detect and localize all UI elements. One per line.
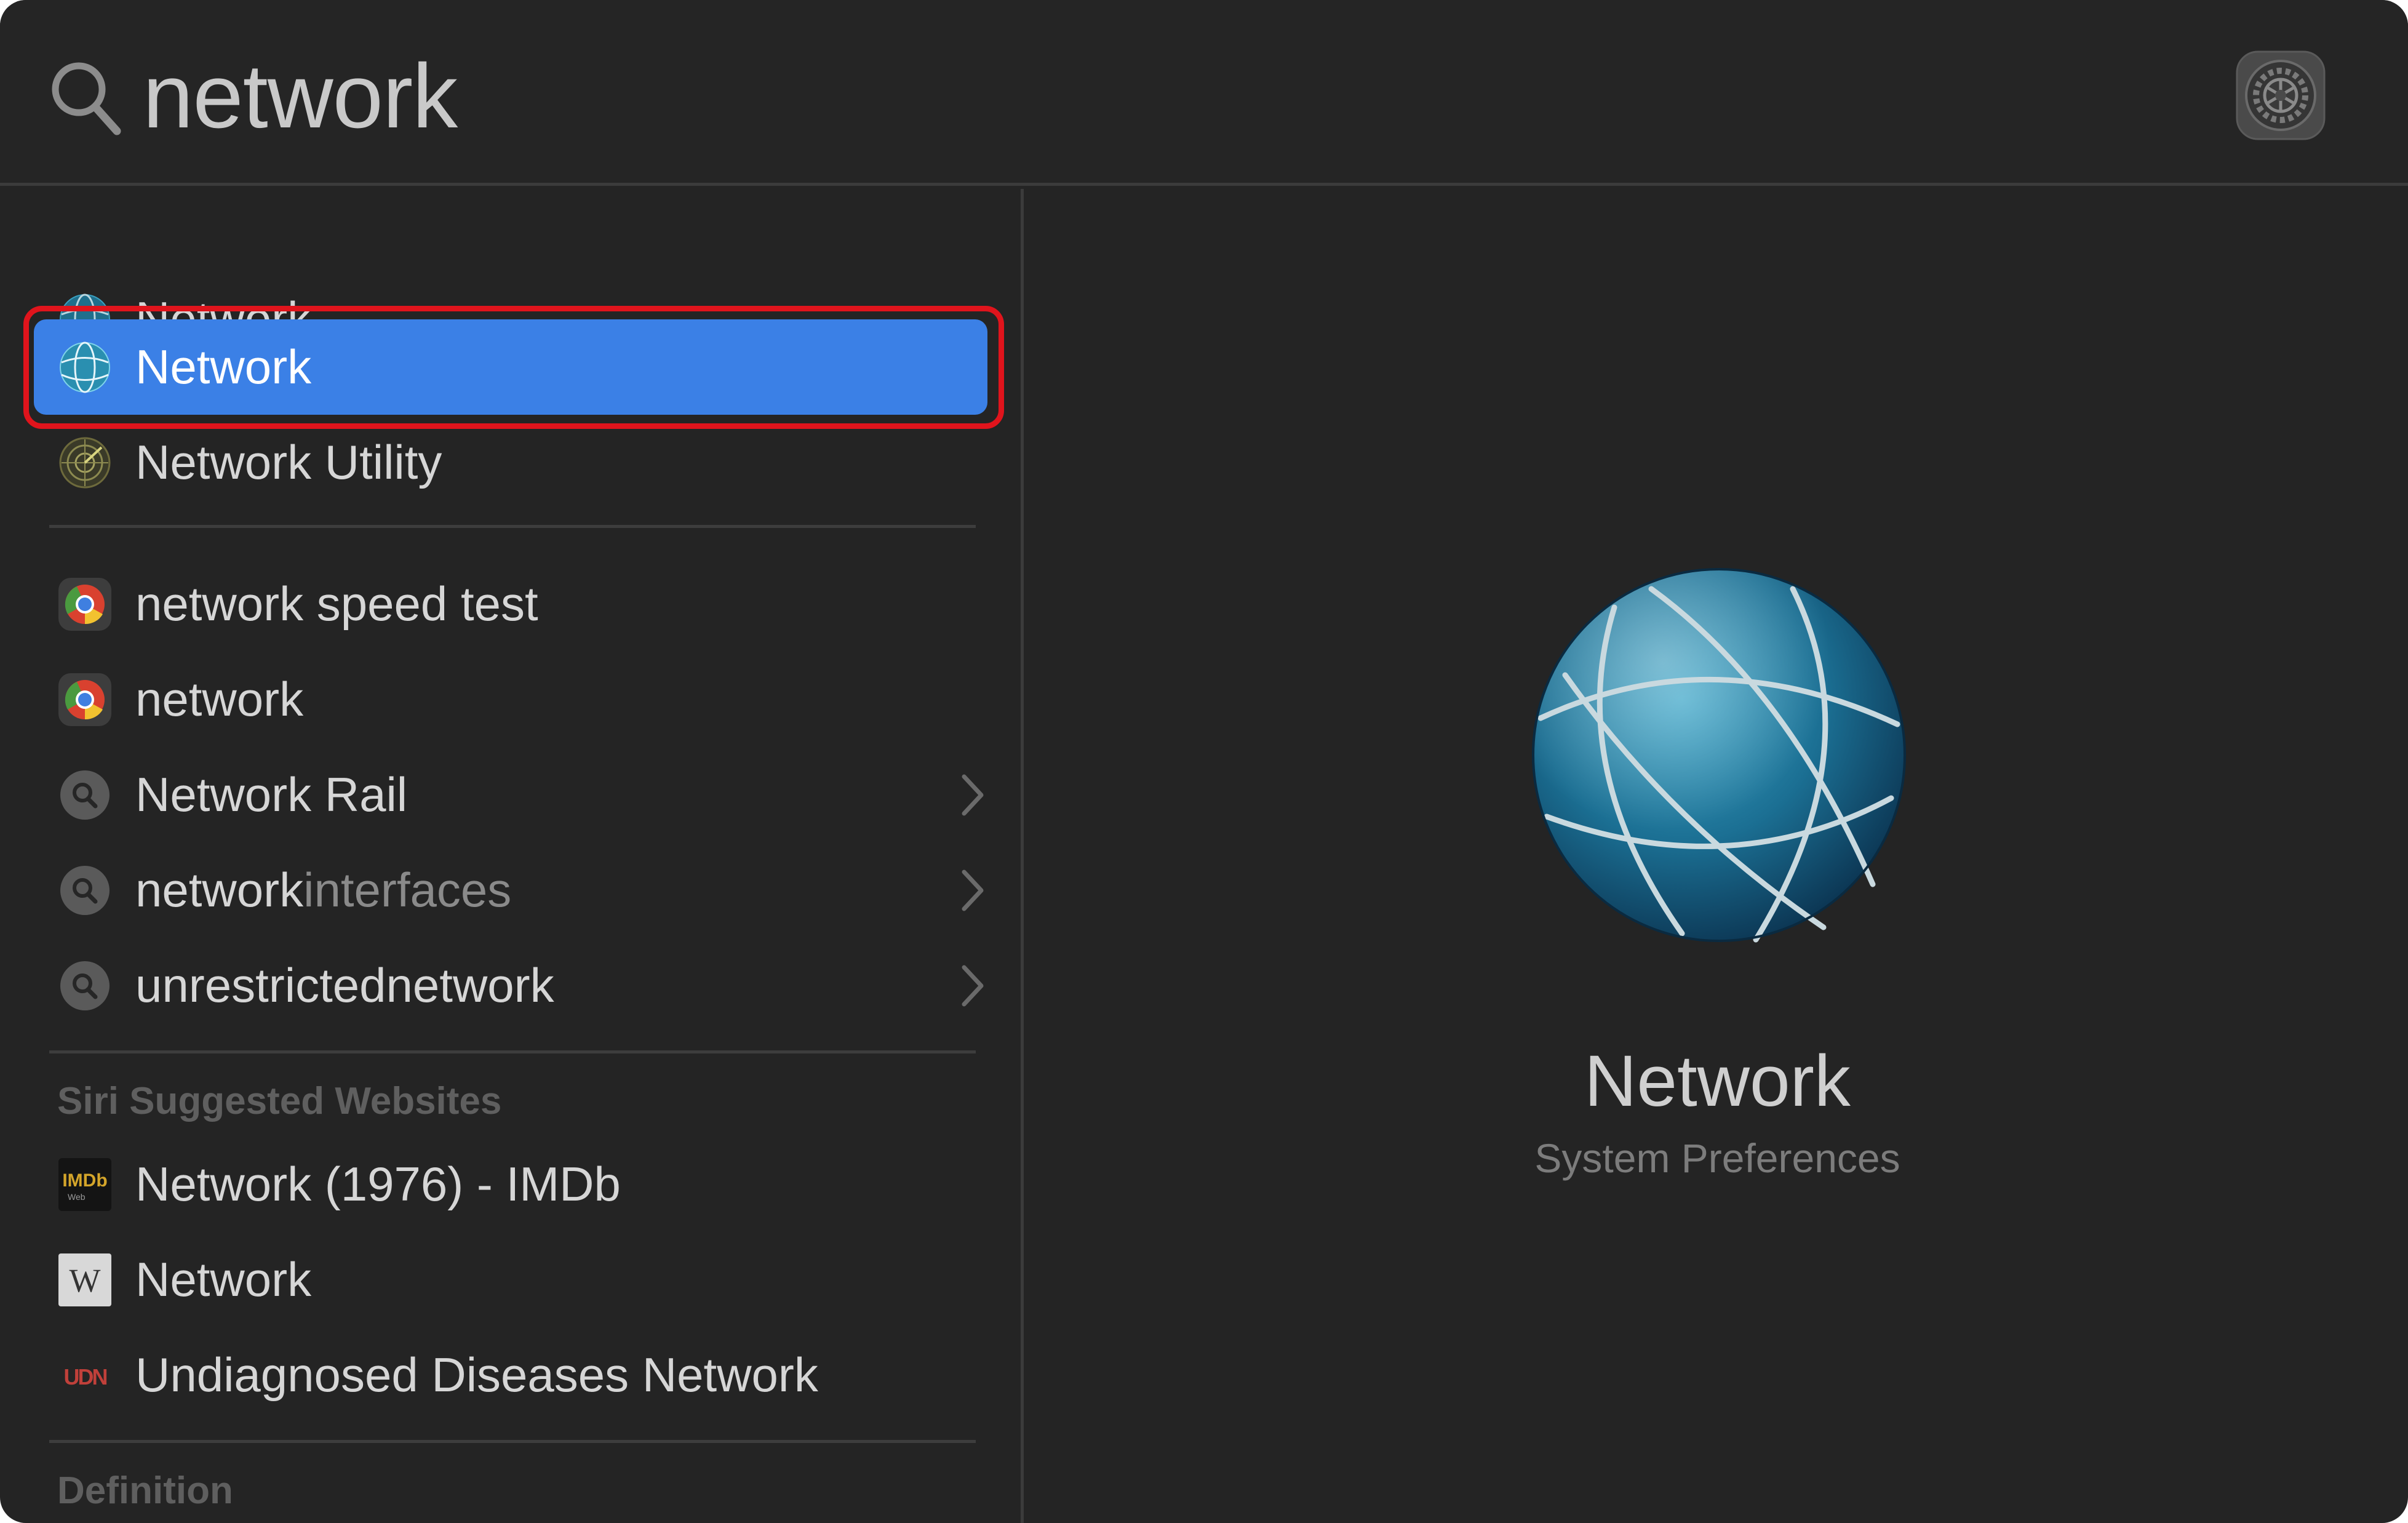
search-suggestion-icon: [60, 961, 110, 1010]
result-network-utility[interactable]: Network Utility: [34, 415, 987, 510]
result-wikipedia-network[interactable]: W Network: [34, 1232, 987, 1327]
udn-icon: UDN: [64, 1364, 109, 1389]
result-label: Network Rail: [135, 767, 408, 821]
search-icon: [52, 62, 121, 135]
result-label: Network: [135, 1252, 312, 1306]
imdb-logo-subtext: Web: [68, 1192, 86, 1202]
preview-title: Network: [1584, 1041, 1851, 1122]
result-label: Network (1976) - IMDb: [135, 1157, 621, 1211]
result-label: networkinterfaces: [135, 842, 511, 938]
chevron-right-icon[interactable]: [957, 962, 987, 1009]
result-chrome-network-speed-test[interactable]: network speed test: [34, 556, 987, 652]
divider: [49, 1050, 976, 1053]
system-preferences-gear-icon[interactable]: [2235, 49, 2327, 142]
wikipedia-logo-text: W: [70, 1262, 101, 1299]
selection-highlight-annotation: [23, 306, 1004, 429]
result-label: Network Utility: [135, 435, 442, 489]
search-input[interactable]: network: [143, 44, 458, 149]
chevron-right-icon[interactable]: [957, 772, 987, 818]
result-search-unrestrictednetwork[interactable]: unrestrictednetwork: [34, 938, 987, 1033]
chrome-icon: [58, 673, 111, 726]
wikipedia-icon: W: [58, 1253, 111, 1306]
query-match-text: network: [135, 863, 304, 917]
result-undiagnosed-diseases-network[interactable]: UDN Undiagnosed Diseases Network: [34, 1327, 987, 1423]
result-search-network-rail[interactable]: Network Rail: [34, 747, 987, 842]
spotlight-window: network Network Network Network Utility …: [0, 0, 2408, 1523]
imdb-logo-text: IMDb: [62, 1170, 107, 1191]
result-search-networkinterfaces[interactable]: networkinterfaces: [34, 842, 987, 938]
result-chrome-network[interactable]: network: [34, 652, 987, 747]
search-bar[interactable]: network: [0, 0, 2408, 186]
siri-suggested-websites-header: Siri Suggested Websites: [57, 1080, 502, 1122]
definition-header: Definition: [57, 1469, 233, 1512]
divider: [49, 1440, 976, 1443]
network-globe-icon: [1532, 568, 1906, 943]
preview-subtitle: System Preferences: [1534, 1135, 1900, 1181]
result-label: Undiagnosed Diseases Network: [135, 1348, 818, 1402]
result-label: network: [135, 672, 304, 726]
divider: [49, 525, 976, 528]
udn-logo-text: UDN: [64, 1364, 107, 1389]
search-suggestion-icon: [60, 770, 110, 820]
chrome-icon: [58, 578, 111, 631]
search-suggestion-icon: [60, 866, 110, 915]
chevron-right-icon[interactable]: [957, 867, 987, 914]
result-imdb-network-1976[interactable]: IMDb Web Network (1976) - IMDb: [34, 1137, 987, 1232]
completion-text: interfaces: [303, 863, 512, 917]
preview-pane: Network System Preferences: [1027, 189, 2408, 1523]
imdb-icon: IMDb Web: [58, 1158, 111, 1211]
result-label: network speed test: [135, 577, 538, 631]
results-list: Network Network Network Utility network …: [0, 189, 1024, 1523]
network-utility-icon: [59, 437, 111, 489]
result-label: unrestrictednetwork: [135, 958, 554, 1012]
